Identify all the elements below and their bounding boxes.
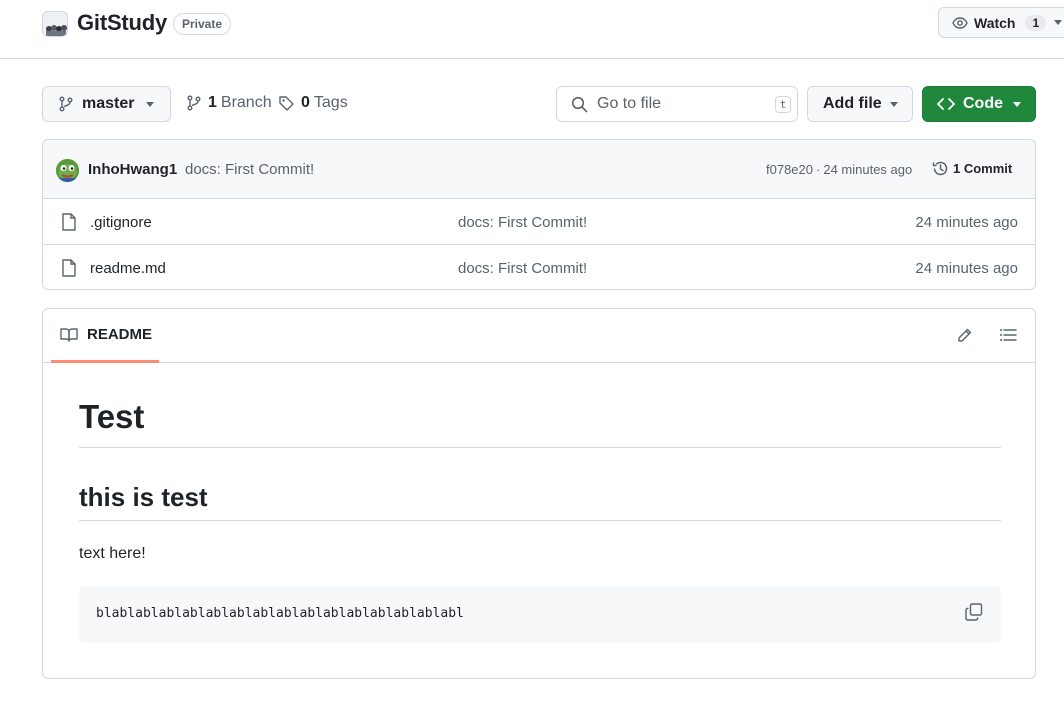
watch-label: Watch <box>974 14 1016 31</box>
watch-count: 1 <box>1025 14 1047 31</box>
list-outline-icon[interactable] <box>999 327 1017 343</box>
repo-name[interactable]: GitStudy <box>77 10 167 36</box>
git-branch-icon <box>186 95 202 111</box>
readme-tabbar: README <box>43 309 1035 363</box>
pencil-icon[interactable] <box>956 327 973 344</box>
file-commit-time: 24 minutes ago <box>915 260 1018 277</box>
readme-paragraph: text here! <box>79 545 146 562</box>
add-file-button[interactable]: Add file <box>807 86 913 122</box>
file-icon <box>61 259 77 277</box>
commit-sha[interactable]: f078e20 <box>766 162 813 177</box>
file-name[interactable]: .gitignore <box>90 214 152 231</box>
readme-heading-1: Test <box>79 397 1001 448</box>
history-icon <box>932 160 949 177</box>
visibility-badge: Private <box>173 13 232 35</box>
go-to-file-input[interactable]: Go to file t <box>556 86 798 122</box>
commit-separator: · <box>816 162 821 177</box>
file-commit-time: 24 minutes ago <box>915 214 1018 231</box>
watch-button[interactable]: Watch 1 <box>938 7 1064 38</box>
branch-name: master <box>82 95 135 112</box>
author-avatar[interactable] <box>56 159 79 182</box>
branches-count: 1 <box>208 94 217 111</box>
commit-author[interactable]: InhoHwang1 <box>88 161 177 178</box>
search-icon <box>571 96 588 113</box>
eye-icon <box>952 15 968 31</box>
go-to-file-placeholder: Go to file <box>597 95 662 112</box>
chevron-down-icon <box>1054 20 1063 25</box>
copy-icon[interactable] <box>964 602 984 622</box>
code-button[interactable]: Code <box>922 86 1036 122</box>
readme-heading-2: this is test <box>79 482 1001 522</box>
file-browser: InhoHwang1 docs: First Commit! f078e20 · 2… <box>42 139 1036 290</box>
file-commit-message[interactable]: docs: First Commit! <box>458 260 587 277</box>
git-branch-icon <box>58 96 74 112</box>
code-text: blablablablablablablablablablablablablab… <box>96 606 464 621</box>
file-name[interactable]: readme.md <box>90 260 166 277</box>
file-commit-message[interactable]: docs: First Commit! <box>458 214 587 231</box>
commit-time: 24 minutes ago <box>823 162 913 177</box>
repo-owner-avatar[interactable] <box>42 11 68 37</box>
tags-link[interactable]: 0 Tags <box>278 94 348 112</box>
branches-word: Branch <box>220 94 272 111</box>
chevron-down-icon <box>890 102 898 107</box>
tags-word: Tags <box>313 94 348 111</box>
book-icon <box>60 327 78 343</box>
commits-count-label: 1 Commit <box>953 161 1013 176</box>
branches-link[interactable]: 1 Branch <box>186 94 272 112</box>
file-icon <box>61 213 77 231</box>
readme-code-block: blablablablablablablablablablablablablab… <box>79 586 1001 643</box>
readme-panel: README Test this is test text here! blab… <box>42 308 1036 679</box>
chevron-down-icon <box>146 102 154 107</box>
branch-select-button[interactable]: master <box>42 86 171 122</box>
hotkey-hint: t <box>775 96 791 113</box>
code-icon <box>937 97 955 111</box>
code-label: Code <box>963 95 1003 112</box>
file-row[interactable]: readme.md docs: First Commit! 24 minutes… <box>43 246 1035 289</box>
chevron-down-icon <box>1013 102 1021 107</box>
file-row[interactable]: .gitignore docs: First Commit! 24 minute… <box>43 200 1035 245</box>
latest-commit-bar: InhoHwang1 docs: First Commit! f078e20 · 2… <box>43 140 1035 199</box>
repo-header: GitStudy Private Watch 1 <box>0 0 1064 59</box>
commits-history-link[interactable]: 1 Commit <box>932 160 1012 177</box>
tags-count: 0 <box>301 94 310 111</box>
tag-icon <box>278 95 295 112</box>
tab-readme[interactable]: README <box>51 309 159 363</box>
commit-meta: f078e20 · 24 minutes ago <box>766 162 912 177</box>
readme-tab-label: README <box>87 326 153 343</box>
add-file-label: Add file <box>823 95 882 112</box>
commit-message[interactable]: docs: First Commit! <box>185 161 314 178</box>
